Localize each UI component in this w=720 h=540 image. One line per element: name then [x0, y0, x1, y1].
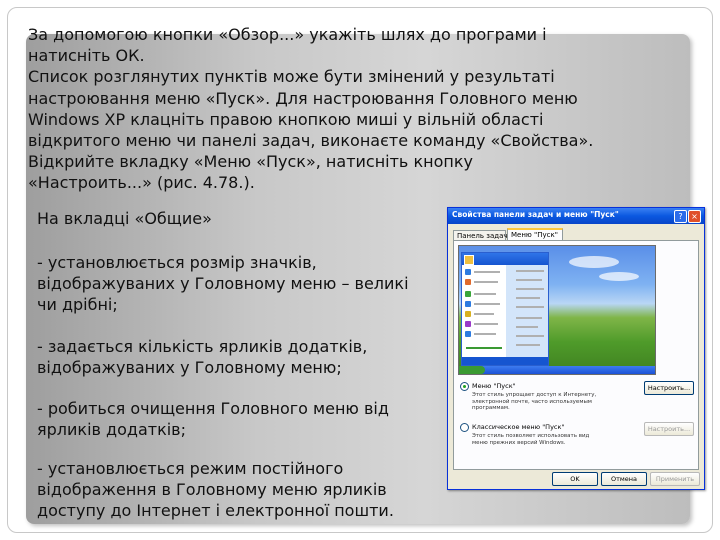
bullet-clear-menu: - робиться очищення Головного меню від я… — [37, 399, 389, 439]
help-icon[interactable]: ? — [674, 210, 687, 223]
start-menu-tab-panel: Меню "Пуск" Этот стиль упрощает доступ к… — [453, 240, 699, 470]
general-tab-heading: На вкладці «Общие» — [37, 209, 212, 228]
bullet-icon-size: - установлюється розмір значків, відобра… — [37, 253, 409, 314]
dialog-title: Свойства панели задач и меню "Пуск" — [452, 210, 619, 219]
start-menu-preview — [461, 252, 549, 366]
start-menu-preview-image — [458, 245, 656, 375]
bullet-shortcut-count: - задається кількість ярликів додатків, … — [37, 337, 368, 377]
customize-classic-menu-button: Настроить... — [644, 422, 694, 436]
ok-button[interactable]: OK — [552, 472, 598, 486]
radio-selected-icon[interactable] — [460, 382, 469, 391]
intro-paragraph: За допомогою кнопки «Обзор...» укажіть ш… — [28, 25, 594, 193]
start-menu-option-label[interactable]: Меню "Пуск" — [472, 382, 516, 390]
cancel-button[interactable]: Отмена — [601, 472, 647, 486]
radio-unselected-icon[interactable] — [460, 423, 469, 432]
bullet-internet-email: - установлюється режим постійного відобр… — [37, 459, 394, 520]
preview-taskbar — [459, 366, 655, 374]
close-icon[interactable]: × — [688, 210, 701, 223]
dialog-titlebar[interactable]: Свойства панели задач и меню "Пуск" ? × — [448, 208, 704, 224]
customize-start-menu-button[interactable]: Настроить... — [644, 381, 694, 395]
classic-menu-option-label[interactable]: Классическое меню "Пуск" — [472, 423, 564, 431]
classic-menu-option-description: Этот стиль позволяет использовать вид ме… — [472, 433, 590, 446]
apply-button: Применить — [650, 472, 700, 486]
start-menu-option-description: Этот стиль упрощает доступ к Интернету, … — [472, 392, 597, 412]
taskbar-properties-dialog: Свойства панели задач и меню "Пуск" ? × … — [447, 207, 705, 490]
